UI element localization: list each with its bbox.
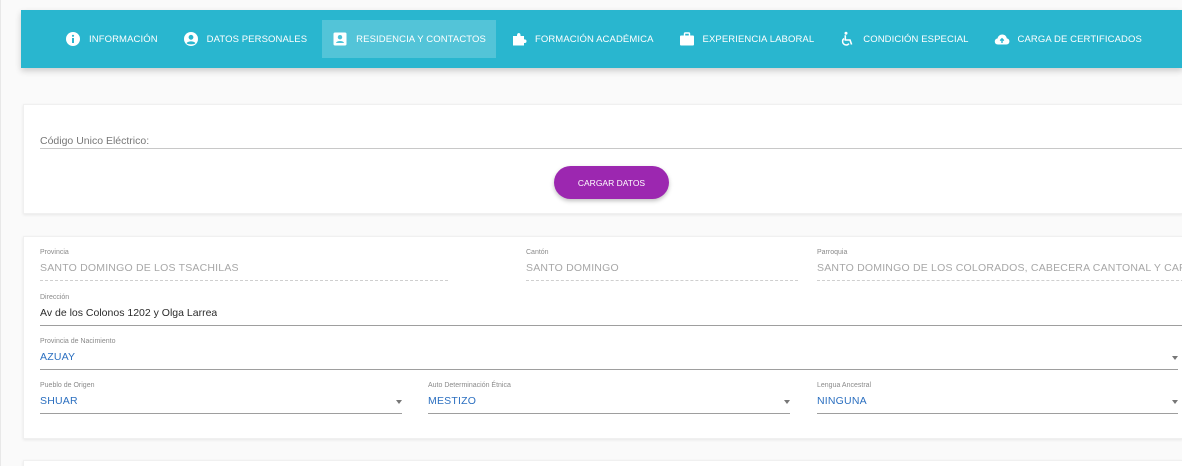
direccion-value: Av de los Colonos 1202 y Olga Larrea bbox=[40, 307, 218, 319]
cue-input-label: Código Unico Eléctrico: bbox=[40, 135, 150, 147]
chevron-down-icon bbox=[396, 400, 402, 404]
briefcase-icon bbox=[679, 31, 695, 47]
canton-label: Cantón bbox=[526, 249, 549, 256]
tab-label: Datos Personales bbox=[206, 33, 308, 45]
wheelchair-icon bbox=[839, 31, 855, 47]
puzzle-icon bbox=[511, 31, 527, 47]
next-section-card bbox=[23, 460, 1182, 466]
tab-residencia-contactos[interactable]: Residencia y Contactos bbox=[322, 20, 496, 58]
provincia-label: Provincia bbox=[40, 249, 69, 256]
tab-condicion-especial[interactable]: Condición Especial bbox=[829, 20, 978, 58]
tab-informacion[interactable]: Información bbox=[55, 20, 168, 58]
parroquia-label: Parroquia bbox=[817, 249, 848, 256]
tab-label: Información bbox=[89, 33, 158, 45]
account-circle-icon bbox=[183, 31, 199, 47]
tab-label: Formación Académica bbox=[534, 33, 654, 45]
tab-carga-certificados[interactable]: Carga de Certificados bbox=[984, 20, 1152, 58]
provincia-value: SANTO DOMINGO DE LOS TSACHILAS bbox=[40, 262, 239, 274]
cloud-upload-icon bbox=[994, 31, 1010, 47]
chevron-down-icon bbox=[1172, 400, 1178, 404]
chevron-down-icon bbox=[784, 400, 790, 404]
provincia-nacimiento-label: Provincia de Nacimiento bbox=[40, 338, 116, 345]
tab-datos-personales[interactable]: Datos Personales bbox=[173, 20, 318, 58]
canton-value: SANTO DOMINGO bbox=[526, 262, 619, 274]
tab-label: Condición Especial bbox=[863, 33, 969, 45]
direccion-label: Dirección bbox=[40, 294, 70, 301]
tab-formacion-academica[interactable]: Formación Académica bbox=[501, 20, 664, 58]
tab-label: Carga de Certificados bbox=[1017, 33, 1142, 45]
contact-card-icon bbox=[332, 31, 348, 47]
cue-lookup-card: Código Unico Eléctrico: Cargar Datos bbox=[23, 104, 1182, 214]
tab-experiencia-laboral[interactable]: Experiencia Laboral bbox=[669, 20, 825, 58]
pueblo-origen-label: Pueblo de Origen bbox=[40, 382, 95, 389]
page: Información Datos Personales Residencia … bbox=[0, 0, 1182, 466]
info-icon bbox=[65, 31, 81, 47]
auto-determinacion-label: Auto Determinación Étnica bbox=[428, 382, 511, 389]
auto-determinacion-value: MESTIZO bbox=[428, 395, 477, 407]
chevron-down-icon bbox=[1172, 356, 1178, 360]
tab-label: Experiencia Laboral bbox=[702, 33, 815, 45]
parroquia-value: SANTO DOMINGO DE LOS COLORADOS, CABECERA… bbox=[817, 262, 1182, 274]
load-data-button[interactable]: Cargar Datos bbox=[554, 166, 669, 199]
lengua-ancestral-label: Lengua Ancestral bbox=[817, 382, 872, 389]
tab-label: Residencia y Contactos bbox=[356, 33, 486, 45]
residence-form-card: Provincia SANTO DOMINGO DE LOS TSACHILAS… bbox=[23, 236, 1182, 439]
cue-input[interactable]: Código Unico Eléctrico: bbox=[40, 135, 1182, 149]
provincia-nacimiento-value: AZUAY bbox=[40, 351, 76, 363]
pueblo-origen-value: SHUAR bbox=[40, 395, 78, 407]
lengua-ancestral-value: NINGUNA bbox=[817, 395, 867, 407]
section-tab-bar: Información Datos Personales Residencia … bbox=[21, 10, 1182, 68]
